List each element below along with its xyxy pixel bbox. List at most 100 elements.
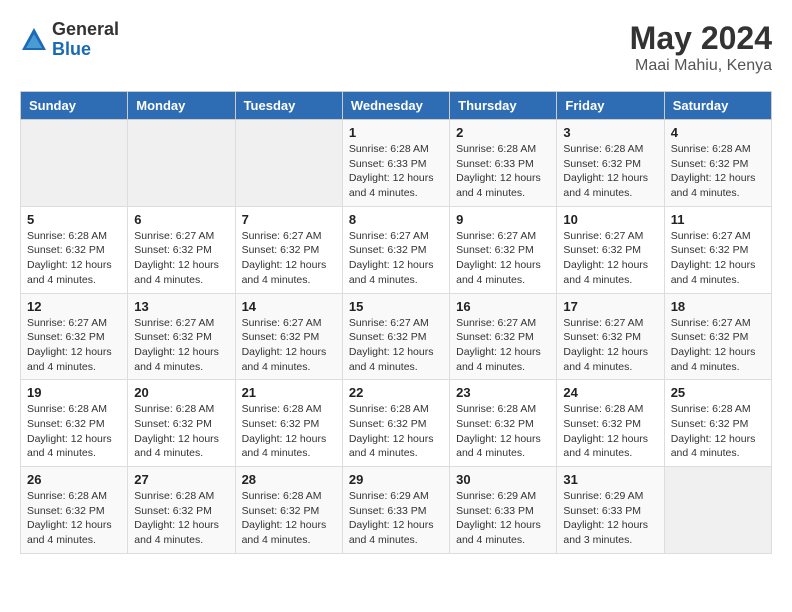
day-number: 10 (563, 212, 657, 227)
col-tuesday: Tuesday (235, 92, 342, 120)
table-row: 29 Sunrise: 6:29 AMSunset: 6:33 PMDayligh… (342, 467, 449, 554)
day-info: Sunrise: 6:27 AMSunset: 6:32 PMDaylight:… (563, 229, 657, 288)
logo: General Blue (20, 20, 119, 60)
table-row: 18 Sunrise: 6:27 AMSunset: 6:32 PMDayligh… (664, 293, 771, 380)
calendar-week-5: 26 Sunrise: 6:28 AMSunset: 6:32 PMDayligh… (21, 467, 772, 554)
day-info: Sunrise: 6:28 AMSunset: 6:32 PMDaylight:… (671, 142, 765, 201)
day-number: 18 (671, 299, 765, 314)
day-info: Sunrise: 6:28 AMSunset: 6:32 PMDaylight:… (563, 402, 657, 461)
col-wednesday: Wednesday (342, 92, 449, 120)
day-number: 31 (563, 472, 657, 487)
col-friday: Friday (557, 92, 664, 120)
table-row: 1Sunrise: 6:28 AMSunset: 6:33 PMDaylight… (342, 120, 449, 207)
table-row: 23Sunrise: 6:28 AMSunset: 6:32 PMDayligh… (450, 380, 557, 467)
day-number: 15 (349, 299, 443, 314)
table-row: 7Sunrise: 6:27 AMSunset: 6:32 PMDaylight… (235, 206, 342, 293)
day-number: 14 (242, 299, 336, 314)
calendar-week-3: 12 Sunrise: 6:27 AMSunset: 6:32 PMDayligh… (21, 293, 772, 380)
day-number: 9 (456, 212, 550, 227)
day-number: 29 (349, 472, 443, 487)
day-info: Sunrise: 6:27 AMSunset: 6:32 PMDaylight:… (671, 229, 765, 288)
col-sunday: Sunday (21, 92, 128, 120)
day-info: Sunrise: 6:28 AMSunset: 6:32 PMDaylight:… (242, 402, 336, 461)
day-number: 3 (563, 125, 657, 140)
day-number: 17 (563, 299, 657, 314)
table-row: 6 Sunrise: 6:27 AMSunset: 6:32 PMDaylight… (128, 206, 235, 293)
day-number: 13 (134, 299, 228, 314)
table-row: 25Sunrise: 6:28 AMSunset: 6:32 PMDayligh… (664, 380, 771, 467)
day-info: Sunrise: 6:28 AMSunset: 6:32 PMDaylight:… (349, 402, 443, 461)
day-info: Sunrise: 6:27 AMSunset: 6:32 PMDaylight:… (134, 229, 228, 288)
day-info: Sunrise: 6:27 AMSunset: 6:32 PMDaylight:… (671, 316, 765, 375)
day-number: 24 (563, 385, 657, 400)
table-row: 4 Sunrise: 6:28 AMSunset: 6:32 PMDaylight… (664, 120, 771, 207)
table-row (21, 120, 128, 207)
month-year-title: May 2024 (630, 20, 772, 57)
table-row: 2Sunrise: 6:28 AMSunset: 6:33 PMDaylight… (450, 120, 557, 207)
table-row: 10 Sunrise: 6:27 AMSunset: 6:32 PMDayligh… (557, 206, 664, 293)
day-info: Sunrise: 6:27 AMSunset: 6:32 PMDaylight:… (242, 229, 336, 288)
day-number: 12 (27, 299, 121, 314)
day-number: 4 (671, 125, 765, 140)
col-saturday: Saturday (664, 92, 771, 120)
table-row: 16Sunrise: 6:27 AMSunset: 6:32 PMDayligh… (450, 293, 557, 380)
day-info: Sunrise: 6:28 AMSunset: 6:32 PMDaylight:… (27, 489, 121, 548)
day-number: 6 (134, 212, 228, 227)
table-row: 22 Sunrise: 6:28 AMSunset: 6:32 PMDayligh… (342, 380, 449, 467)
calendar-header-row: Sunday Monday Tuesday Wednesday Thursday… (21, 92, 772, 120)
table-row: 30 Sunrise: 6:29 AMSunset: 6:33 PMDayligh… (450, 467, 557, 554)
location-subtitle: Maai Mahiu, Kenya (630, 57, 772, 75)
day-info: Sunrise: 6:28 AMSunset: 6:32 PMDaylight:… (27, 402, 121, 461)
table-row: 27 Sunrise: 6:28 AMSunset: 6:32 PMDayligh… (128, 467, 235, 554)
day-number: 16 (456, 299, 550, 314)
day-number: 8 (349, 212, 443, 227)
day-number: 20 (134, 385, 228, 400)
calendar-table: Sunday Monday Tuesday Wednesday Thursday… (20, 91, 772, 554)
table-row: 31 Sunrise: 6:29 AMSunset: 6:33 PMDayligh… (557, 467, 664, 554)
day-info: Sunrise: 6:29 AMSunset: 6:33 PMDaylight:… (349, 489, 443, 548)
day-info: Sunrise: 6:28 AMSunset: 6:32 PMDaylight:… (134, 489, 228, 548)
table-row: 28 Sunrise: 6:28 AMSunset: 6:32 PMDayligh… (235, 467, 342, 554)
table-row: 9 Sunrise: 6:27 AMSunset: 6:32 PMDaylight… (450, 206, 557, 293)
table-row: 26 Sunrise: 6:28 AMSunset: 6:32 PMDayligh… (21, 467, 128, 554)
day-info: Sunrise: 6:28 AMSunset: 6:32 PMDaylight:… (27, 229, 121, 288)
table-row: 21 Sunrise: 6:28 AMSunset: 6:32 PMDayligh… (235, 380, 342, 467)
day-info: Sunrise: 6:28 AMSunset: 6:32 PMDaylight:… (671, 402, 765, 461)
table-row: 5Sunrise: 6:28 AMSunset: 6:32 PMDaylight… (21, 206, 128, 293)
calendar-week-4: 19 Sunrise: 6:28 AMSunset: 6:32 PMDayligh… (21, 380, 772, 467)
table-row: 20 Sunrise: 6:28 AMSunset: 6:32 PMDayligh… (128, 380, 235, 467)
col-monday: Monday (128, 92, 235, 120)
day-info: Sunrise: 6:28 AMSunset: 6:32 PMDaylight:… (242, 489, 336, 548)
day-number: 1 (349, 125, 443, 140)
table-row: 15Sunrise: 6:27 AMSunset: 6:32 PMDayligh… (342, 293, 449, 380)
table-row: 12 Sunrise: 6:27 AMSunset: 6:32 PMDayligh… (21, 293, 128, 380)
col-thursday: Thursday (450, 92, 557, 120)
day-info: Sunrise: 6:27 AMSunset: 6:32 PMDaylight:… (27, 316, 121, 375)
day-info: Sunrise: 6:28 AMSunset: 6:33 PMDaylight:… (456, 142, 550, 201)
day-number: 23 (456, 385, 550, 400)
day-info: Sunrise: 6:28 AMSunset: 6:32 PMDaylight:… (134, 402, 228, 461)
logo-general-text: General (52, 19, 119, 39)
logo-blue-text: Blue (52, 39, 91, 59)
day-number: 19 (27, 385, 121, 400)
day-number: 26 (27, 472, 121, 487)
table-row: 8Sunrise: 6:27 AMSunset: 6:32 PMDaylight… (342, 206, 449, 293)
day-number: 22 (349, 385, 443, 400)
day-info: Sunrise: 6:29 AMSunset: 6:33 PMDaylight:… (456, 489, 550, 548)
day-info: Sunrise: 6:27 AMSunset: 6:32 PMDaylight:… (134, 316, 228, 375)
day-number: 21 (242, 385, 336, 400)
table-row: 3Sunrise: 6:28 AMSunset: 6:32 PMDaylight… (557, 120, 664, 207)
table-row: 24 Sunrise: 6:28 AMSunset: 6:32 PMDayligh… (557, 380, 664, 467)
day-number: 30 (456, 472, 550, 487)
table-row: 14Sunrise: 6:27 AMSunset: 6:32 PMDayligh… (235, 293, 342, 380)
day-number: 27 (134, 472, 228, 487)
table-row: 19 Sunrise: 6:28 AMSunset: 6:32 PMDayligh… (21, 380, 128, 467)
table-row (128, 120, 235, 207)
table-row: 17Sunrise: 6:27 AMSunset: 6:32 PMDayligh… (557, 293, 664, 380)
logo-icon (20, 26, 48, 54)
day-number: 28 (242, 472, 336, 487)
calendar-week-2: 5Sunrise: 6:28 AMSunset: 6:32 PMDaylight… (21, 206, 772, 293)
page-header: General Blue May 2024 Maai Mahiu, Kenya (20, 20, 772, 75)
day-info: Sunrise: 6:29 AMSunset: 6:33 PMDaylight:… (563, 489, 657, 548)
day-info: Sunrise: 6:27 AMSunset: 6:32 PMDaylight:… (456, 229, 550, 288)
